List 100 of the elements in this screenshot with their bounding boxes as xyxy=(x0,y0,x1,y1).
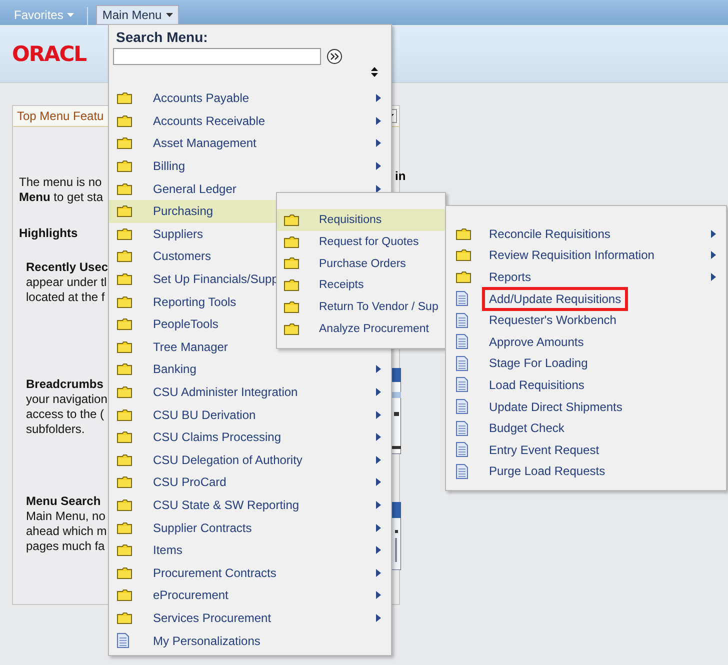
menu-item-label: CSU Administer Integration xyxy=(152,384,299,402)
menu-item[interactable]: CSU Delegation of Authority xyxy=(109,448,391,472)
menu-item[interactable]: Reports xyxy=(446,266,726,288)
folder-icon xyxy=(117,476,132,488)
menu-item-label: Update Direct Shipments xyxy=(488,398,624,416)
folder-icon xyxy=(117,589,132,602)
search-menu-label: Search Menu: xyxy=(115,28,209,45)
menu-item[interactable]: Review Requisition Information xyxy=(446,244,726,266)
menu-item[interactable]: Billing xyxy=(109,154,391,178)
folder-icon xyxy=(117,454,132,466)
document-icon xyxy=(456,312,468,328)
dropdown-caret-icon xyxy=(166,13,173,17)
menu-item[interactable]: eProcurement xyxy=(109,584,391,607)
text-line: access to the ( xyxy=(26,407,104,422)
double-chevron-icon xyxy=(330,53,339,60)
menu-item[interactable]: Add/Update Requisitions xyxy=(446,288,726,310)
menu-item-label: Purge Load Requests xyxy=(488,463,606,480)
menu-item-label: Asset Management xyxy=(152,135,258,152)
folder-icon xyxy=(117,205,132,218)
menu-item[interactable]: Requester's Workbench xyxy=(446,309,726,331)
folder-icon xyxy=(284,322,299,335)
highlight-frame: Add/Update Requisitions xyxy=(482,286,628,311)
menu-item[interactable]: Entry Event Request xyxy=(446,438,726,461)
menu-item[interactable]: Accounts Payable xyxy=(109,87,391,110)
document-icon xyxy=(456,420,468,436)
menu-item[interactable]: CSU Administer Integration xyxy=(109,380,391,404)
menu-item[interactable]: CSU State & SW Reporting xyxy=(109,494,391,516)
folder-icon xyxy=(117,182,132,195)
text-line: pages much fa xyxy=(26,539,105,554)
document-icon xyxy=(456,291,468,306)
menu-item-label: Set Up Financials/Supp xyxy=(152,271,280,288)
menu-item[interactable]: Items xyxy=(109,538,391,562)
dropdown-caret-icon xyxy=(67,13,74,17)
menu-item[interactable]: Procurement Contracts xyxy=(109,561,391,584)
menu-item[interactable]: Reconcile Requisitions xyxy=(446,223,726,245)
menu-item[interactable]: Requisitions xyxy=(277,209,445,231)
menu-item[interactable]: Load Requisitions xyxy=(446,374,726,396)
menu-item[interactable]: Purge Load Requests xyxy=(446,460,726,482)
folder-icon xyxy=(456,228,471,240)
folder-icon xyxy=(117,160,132,172)
menu-item-label: Accounts Receivable xyxy=(152,112,266,130)
menu-item-label: CSU Claims Processing xyxy=(152,429,282,446)
folder-icon xyxy=(456,270,471,283)
panel-title: Top Menu Featu xyxy=(17,109,104,123)
folder-icon xyxy=(117,566,132,579)
menu-item[interactable]: Banking xyxy=(109,358,391,381)
menu-item-label: eProcurement xyxy=(152,587,230,604)
text-line: Main Menu, no xyxy=(26,509,106,524)
folder-icon xyxy=(117,228,132,240)
folder-icon xyxy=(117,340,132,353)
text-line: Menu to get sta xyxy=(19,190,104,205)
menu-item-label: Accounts Payable xyxy=(152,90,250,108)
folder-icon xyxy=(117,137,132,150)
menu-item-label: Return To Vendor / Sup xyxy=(318,300,440,316)
document-icon xyxy=(117,633,129,648)
search-go-button[interactable] xyxy=(327,49,342,64)
menu-item-label: Receipts xyxy=(318,278,365,294)
menu-item[interactable]: Receipts xyxy=(277,274,445,296)
menu-item[interactable]: CSU ProCard xyxy=(109,471,391,494)
menu-item-label: CSU State & SW Reporting xyxy=(152,496,300,514)
menu-item-label: Load Requisitions xyxy=(488,376,586,394)
menu-item-label: Reports xyxy=(488,268,532,286)
menu-item[interactable]: Approve Amounts xyxy=(446,330,726,353)
folder-icon xyxy=(284,236,299,248)
folder-icon xyxy=(117,386,132,398)
menu-item[interactable]: Analyze Procurement xyxy=(277,318,445,340)
menu-item[interactable]: Update Direct Shipments xyxy=(446,396,726,418)
menu-item-label: Banking xyxy=(152,361,198,378)
menu-item[interactable]: My Personalizations xyxy=(109,629,391,652)
menu-item[interactable]: Stage For Loading xyxy=(446,352,726,374)
menu-item-label: Entry Event Request xyxy=(488,442,600,459)
folder-icon xyxy=(284,214,299,226)
menu-item[interactable]: Supplier Contracts xyxy=(109,516,391,539)
text-line: The menu is no xyxy=(19,175,102,190)
menu-item[interactable]: CSU BU Derivation xyxy=(109,403,391,426)
folder-icon xyxy=(117,498,132,511)
menu-item-label: Suppliers xyxy=(152,226,204,243)
folder-icon xyxy=(117,431,132,444)
menu-item-label: Reconcile Requisitions xyxy=(488,226,612,243)
search-field[interactable] xyxy=(113,48,321,65)
menu-item[interactable]: Services Procurement xyxy=(109,606,391,630)
menu-item[interactable]: Accounts Receivable xyxy=(109,110,391,132)
document-icon xyxy=(456,377,468,392)
menu-item[interactable]: Return To Vendor / Sup xyxy=(277,296,445,318)
menu-item-label: PeopleTools xyxy=(152,316,220,334)
logo: ORACL xyxy=(12,42,86,66)
text-line: subfolders. xyxy=(26,422,85,437)
menu-item[interactable]: Purchase Orders xyxy=(277,252,445,274)
menu-item-label: Approve Amounts xyxy=(488,334,585,351)
menu-item-label: Request for Quotes xyxy=(318,234,420,250)
menu-item[interactable]: CSU Claims Processing xyxy=(109,426,391,448)
menu-item[interactable]: Asset Management xyxy=(109,132,391,155)
menu-item[interactable]: Request for Quotes xyxy=(277,230,445,253)
menu-tab[interactable]: Main Menu xyxy=(96,5,179,25)
folder-icon xyxy=(117,273,132,286)
folder-icon xyxy=(117,522,132,534)
menu-item-label: Supplier Contracts xyxy=(152,520,253,537)
folder-icon xyxy=(117,612,132,624)
menu-item[interactable]: Budget Check xyxy=(446,417,726,439)
sort-icon[interactable] xyxy=(371,67,378,77)
